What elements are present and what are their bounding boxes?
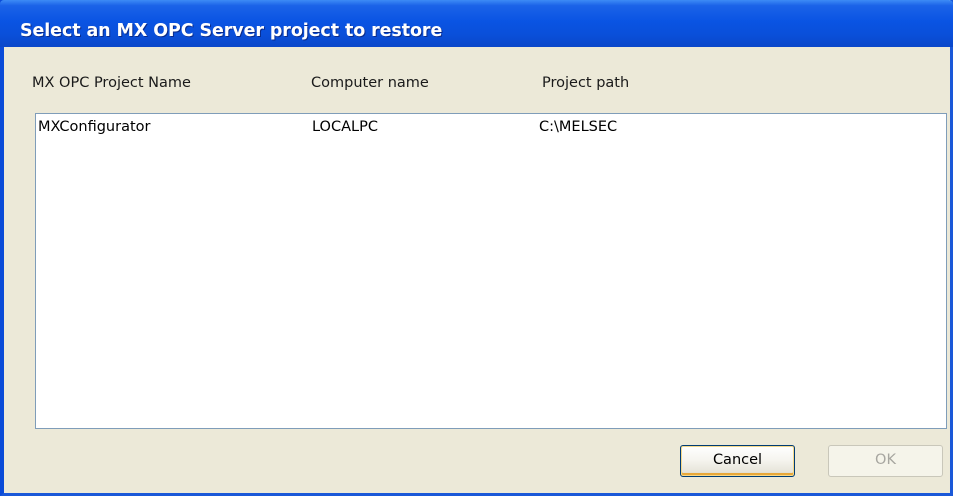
column-header-computer-name: Computer name (311, 75, 429, 91)
cancel-button[interactable]: Cancel (680, 445, 795, 477)
computer-name-cell: LOCALPC (312, 119, 378, 135)
project-path-cell: C:\MELSEC (539, 119, 618, 135)
column-header-project-name: MX OPC Project Name (32, 75, 191, 91)
restore-project-dialog: Select an MX OPC Server project to resto… (0, 0, 953, 496)
dialog-title: Select an MX OPC Server project to resto… (20, 21, 443, 41)
title-bar[interactable]: Select an MX OPC Server project to resto… (0, 0, 953, 47)
ok-button[interactable]: OK (828, 445, 943, 477)
project-name-cell: MXConfigurator (38, 119, 151, 135)
project-list[interactable]: MXConfigurator LOCALPC C:\MELSEC (35, 113, 947, 429)
column-header-project-path: Project path (542, 75, 630, 91)
project-row[interactable]: MXConfigurator LOCALPC C:\MELSEC (36, 114, 946, 140)
